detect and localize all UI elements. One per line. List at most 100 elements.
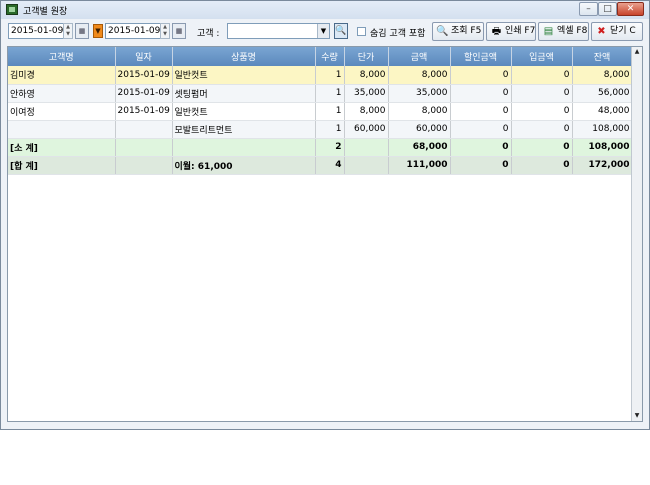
- total-label: [합 계]: [8, 156, 116, 175]
- discount-cell[interactable]: 0: [450, 102, 512, 121]
- customer-cell[interactable]: 안하영: [8, 84, 116, 103]
- chevron-down-icon[interactable]: ▼: [317, 24, 329, 38]
- print-button[interactable]: 🖶 인쇄 F7: [486, 22, 536, 41]
- empty-cell: [344, 156, 389, 175]
- empty-cell: [115, 138, 173, 157]
- customer-search-icon[interactable]: 🔍: [334, 23, 348, 39]
- total-amount: 111,000: [388, 156, 451, 175]
- date-to-field[interactable]: 2015-01-09: [105, 23, 165, 39]
- qty-cell[interactable]: 1: [315, 120, 345, 139]
- table-row[interactable]: 모발트리트먼트 1 60,000 60,000 0 0 108,000: [8, 120, 633, 139]
- scroll-up-icon[interactable]: ▲: [632, 47, 642, 57]
- total-row[interactable]: [합 계] 이월: 61,000 4 111,000 0 0 172,000: [8, 156, 633, 175]
- empty-cell: [344, 138, 389, 157]
- date-cell[interactable]: 2015-01-09: [115, 84, 173, 103]
- magnifier-icon: 🔍: [436, 26, 449, 37]
- table-row[interactable]: 안하영 2015-01-09 셋팅펌머 1 35,000 35,000 0 0 …: [8, 84, 633, 103]
- title-bar: 고객별 원장 – □ ✕: [1, 1, 649, 19]
- main-window: 고객별 원장 – □ ✕ 2015-01-09 ▲ ▼ ▦ ▼ 2015-01-0…: [0, 0, 650, 430]
- paid-cell[interactable]: 0: [511, 102, 573, 121]
- paid-cell[interactable]: 0: [511, 120, 573, 139]
- search-button[interactable]: 🔍 조회 F5: [432, 22, 484, 41]
- col-header[interactable]: 입금액: [511, 47, 573, 66]
- discount-cell[interactable]: 0: [450, 84, 512, 103]
- date-cell[interactable]: [115, 120, 173, 139]
- date-from-calendar-icon[interactable]: ▦: [75, 23, 89, 39]
- table-row[interactable]: 김미경 2015-01-09 일반컷트 1 8,000 8,000 0 0 8,…: [8, 66, 633, 85]
- customer-cell[interactable]: 김미경: [8, 66, 116, 85]
- price-cell[interactable]: 60,000: [344, 120, 389, 139]
- close-button[interactable]: ✖ 닫기 C: [591, 22, 643, 41]
- window-title: 고객별 원장: [23, 7, 68, 17]
- date-to-calendar-icon[interactable]: ▦: [172, 23, 186, 39]
- qty-cell[interactable]: 1: [315, 66, 345, 85]
- product-cell[interactable]: 모발트리트먼트: [172, 120, 316, 139]
- paid-cell[interactable]: 0: [511, 66, 573, 85]
- col-header[interactable]: 금액: [388, 47, 451, 66]
- date-cell[interactable]: 2015-01-09: [115, 102, 173, 121]
- col-header[interactable]: 수량: [315, 47, 345, 66]
- price-cell[interactable]: 8,000: [344, 102, 389, 121]
- empty-cell: [172, 138, 316, 157]
- subtotal-row[interactable]: [소 계] 2 68,000 0 0 108,000: [8, 138, 633, 157]
- toolbar: 2015-01-09 ▲ ▼ ▦ ▼ 2015-01-09 ▲ ▼ ▦ 고객 : ▼…: [1, 20, 649, 44]
- app-icon: [6, 4, 18, 15]
- balance-cell[interactable]: 48,000: [572, 102, 633, 121]
- subtotal-label: [소 계]: [8, 138, 116, 157]
- include-hidden-label: 숨김 고객 포함: [370, 29, 426, 39]
- amount-cell[interactable]: 35,000: [388, 84, 451, 103]
- maximize-button[interactable]: □: [598, 2, 617, 16]
- subtotal-balance: 108,000: [572, 138, 633, 157]
- col-header[interactable]: 단가: [344, 47, 389, 66]
- qty-cell[interactable]: 1: [315, 84, 345, 103]
- search-button-label: 조회 F5: [451, 26, 482, 36]
- product-cell[interactable]: 일반컷트: [172, 66, 316, 85]
- balance-cell[interactable]: 56,000: [572, 84, 633, 103]
- date-range-arrow-icon[interactable]: ▼: [93, 24, 103, 38]
- total-carryover: 이월: 61,000: [172, 156, 316, 175]
- scroll-down-icon[interactable]: ▼: [632, 411, 642, 421]
- total-qty: 4: [315, 156, 345, 175]
- amount-cell[interactable]: 8,000: [388, 102, 451, 121]
- col-header[interactable]: 일자: [115, 47, 173, 66]
- customer-cell[interactable]: 이여정: [8, 102, 116, 121]
- balance-cell[interactable]: 8,000: [572, 66, 633, 85]
- qty-cell[interactable]: 1: [315, 102, 345, 121]
- col-header[interactable]: 잔액: [572, 47, 633, 66]
- subtotal-amount: 68,000: [388, 138, 451, 157]
- subtotal-discount: 0: [450, 138, 512, 157]
- discount-cell[interactable]: 0: [450, 120, 512, 139]
- vertical-scrollbar[interactable]: ▲ ▼: [631, 47, 642, 421]
- product-cell[interactable]: 일반컷트: [172, 102, 316, 121]
- price-cell[interactable]: 35,000: [344, 84, 389, 103]
- excel-button[interactable]: ▤ 엑셀 F8: [538, 22, 589, 41]
- date-from-field[interactable]: 2015-01-09: [8, 23, 68, 39]
- customer-combo[interactable]: ▼: [227, 23, 330, 39]
- customer-cell[interactable]: [8, 120, 116, 139]
- date-to-spinner[interactable]: ▲ ▼: [160, 23, 170, 39]
- col-header[interactable]: 할인금액: [450, 47, 512, 66]
- close-button-label: 닫기 C: [610, 26, 636, 36]
- customer-label: 고객 :: [197, 29, 220, 39]
- amount-cell[interactable]: 60,000: [388, 120, 451, 139]
- total-paid: 0: [511, 156, 573, 175]
- amount-cell[interactable]: 8,000: [388, 66, 451, 85]
- col-header[interactable]: 고객명: [8, 47, 116, 66]
- product-cell[interactable]: 셋팅펌머: [172, 84, 316, 103]
- include-hidden-checkbox[interactable]: [357, 27, 366, 36]
- col-header[interactable]: 상품명: [172, 47, 316, 66]
- header-row: 고객명 일자 상품명 수량 단가 금액 할인금액 입금액 잔액: [8, 47, 633, 66]
- paid-cell[interactable]: 0: [511, 84, 573, 103]
- ledger-table: 고객명 일자 상품명 수량 단가 금액 할인금액 입금액 잔액 김미경 2015…: [8, 47, 633, 175]
- date-cell[interactable]: 2015-01-09: [115, 66, 173, 85]
- subtotal-qty: 2: [315, 138, 345, 157]
- price-cell[interactable]: 8,000: [344, 66, 389, 85]
- balance-cell[interactable]: 108,000: [572, 120, 633, 139]
- minimize-button[interactable]: –: [579, 2, 598, 16]
- date-from-spinner[interactable]: ▲ ▼: [63, 23, 73, 39]
- discount-cell[interactable]: 0: [450, 66, 512, 85]
- ledger-grid[interactable]: 고객명 일자 상품명 수량 단가 금액 할인금액 입금액 잔액 김미경 2015…: [7, 46, 643, 422]
- table-row[interactable]: 이여정 2015-01-09 일반컷트 1 8,000 8,000 0 0 48…: [8, 102, 633, 121]
- window-close-button[interactable]: ✕: [617, 2, 644, 16]
- excel-icon: ▤: [543, 26, 554, 37]
